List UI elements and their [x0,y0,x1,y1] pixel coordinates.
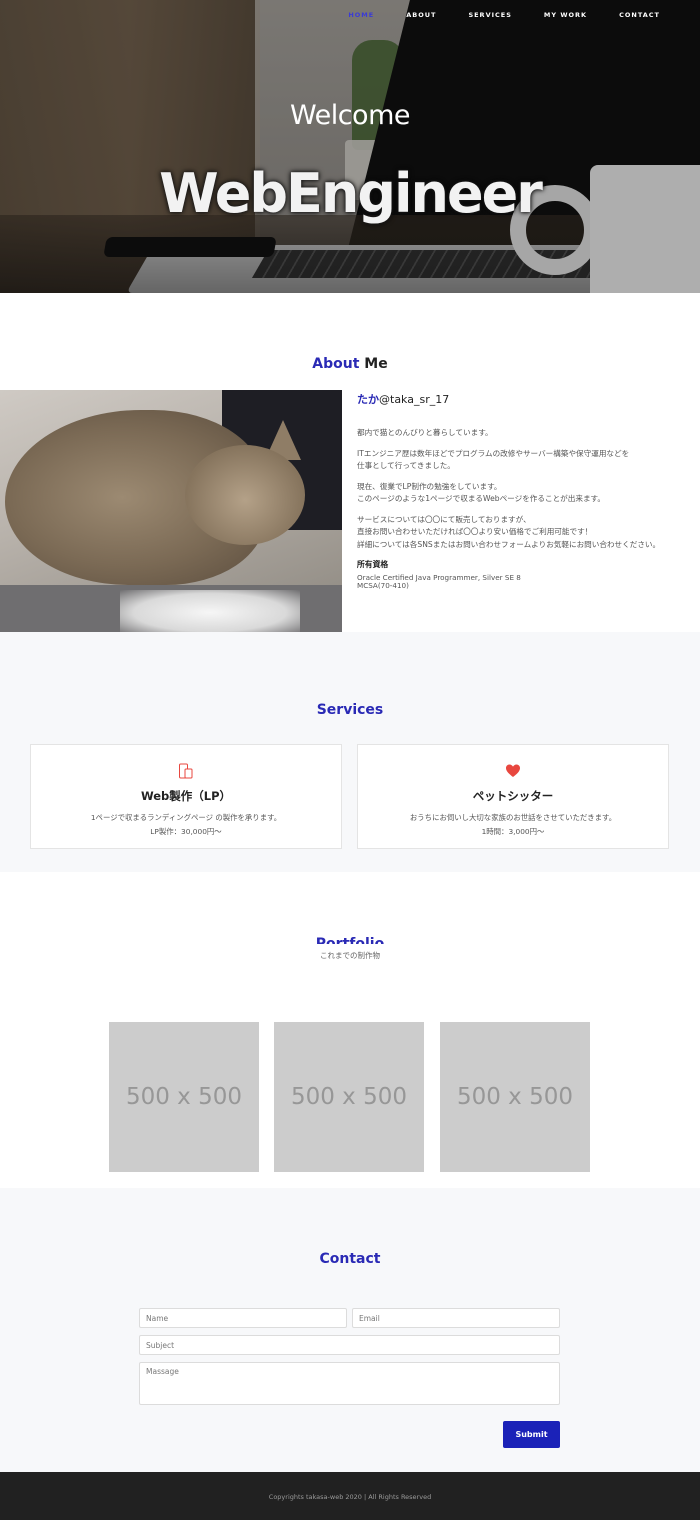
nav-about[interactable]: ABOUT [390,11,452,19]
portfolio-tile[interactable]: 500 x 500 [440,1022,590,1172]
services-heading: Services [316,702,384,718]
nav-contact[interactable]: CONTACT [603,11,676,19]
service-price: 1時間：3,000円〜 [481,827,545,836]
about-para1: 都内で猫とのんびりと暮らしています。 [357,428,493,437]
submit-button[interactable]: Submit [503,1421,560,1448]
mobile-icon [31,763,341,779]
about-para4c: 詳細については各SNSまたはお問い合わせフォームよりお気軽にお問い合わせください… [357,539,661,549]
hero-subtitle: Welcome [289,100,411,131]
qualifications-heading: 所有資格 [357,560,389,569]
portfolio-tile[interactable]: 500 x 500 [274,1022,424,1172]
about-name: たか@taka_sr_17 [357,391,687,407]
name-input[interactable] [139,1308,347,1328]
about-para4b: 直接お問い合わせいただければ〇〇より安い価格でご利用可能です！ [357,527,593,536]
about-paragraph-2: ITエンジニア歴は数年ほどでプログラムの改修やサーバー構築や保守運用などを 仕事と… [357,448,687,473]
about-para2a: ITエンジニア歴は数年ほどでプログラムの改修やサーバー構築や保守運用などを [357,448,630,458]
about-heading-rest: Me [359,356,388,372]
contact-section: Contact Submit [0,1188,700,1472]
nav-services[interactable]: SERVICES [452,11,527,19]
contact-heading: Contact [319,1251,381,1267]
service-card-pet-sitter: ペットシッター おうちにお伺いし大切な家族のお世話をさせていただきます。 1時間… [357,744,669,849]
about-paragraph-4: サービスについては〇〇にて販売しておりますが、直接お問い合わせいただければ〇〇よ… [357,514,687,552]
about-para3a: 現在、復業でLP制作の勉強をしています。 [357,481,502,491]
top-nav: HOME ABOUT SERVICES MY WORK CONTACT [332,11,676,19]
about-cat-photo [0,390,342,632]
photo-cat-head [185,445,305,545]
hero-section: HOME ABOUT SERVICES MY WORK CONTACT Welc… [0,0,700,293]
about-para3b: このページのような1ページで収まるWebページを作ることが出来ます。 [357,494,605,503]
about-text: たか@taka_sr_17 都内で猫とのんびりと暮らしています。 ITエンジニア… [357,391,687,590]
service-card-web: Web製作（LP） 1ページで収まるランディングページ の製作を承ります。 LP… [30,744,342,849]
service-title: Web製作（LP） [140,789,232,803]
about-para4a: サービスについては〇〇にて販売しておりますが、 [357,514,531,524]
about-paragraph-3: 現在、復業でLP制作の勉強をしています。このページのような1ページで収まるWeb… [357,481,687,506]
portfolio-heading: Portfolio [315,936,385,944]
email-input[interactable] [352,1308,560,1328]
hero-title: WebEngineer [159,162,543,225]
footer: Copyrights takasa-web 2020 | All Rights … [0,1472,700,1520]
about-handle: @taka_sr_17 [379,393,450,406]
about-heading: About Me [0,356,700,372]
nav-home[interactable]: HOME [332,11,390,19]
services-section: Services Web製作（LP） 1ページで収まるランディングページ の製作… [0,632,700,872]
photo-screen-light [120,590,300,632]
about-heading-accent: About [312,356,360,372]
nav-my-work[interactable]: MY WORK [528,11,603,19]
about-name-jp: たか [357,393,379,406]
portfolio-subtitle: これまでの制作物 [320,951,380,960]
portfolio-tile[interactable]: 500 x 500 [109,1022,259,1172]
service-description: 1ページで収まるランディングページ の製作を承ります。 [90,813,282,822]
service-description: おうちにお伺いし大切な家族のお世話をさせていただきます。 [409,813,617,822]
footer-copyright: Copyrights takasa-web 2020 | All Rights … [268,1493,432,1501]
about-para2b: 仕事として行ってきました。 [357,461,455,470]
message-textarea[interactable] [139,1362,560,1405]
subject-input[interactable] [139,1335,560,1355]
service-price: LP製作：30,000円〜 [150,827,222,836]
hero-overlay [0,0,700,293]
heart-icon [358,763,668,779]
qualification-item: MCSA(70-410) [357,581,409,590]
about-paragraph-1: 都内で猫とのんびりと暮らしています。 [357,427,687,440]
service-title: ペットシッター [472,789,554,803]
